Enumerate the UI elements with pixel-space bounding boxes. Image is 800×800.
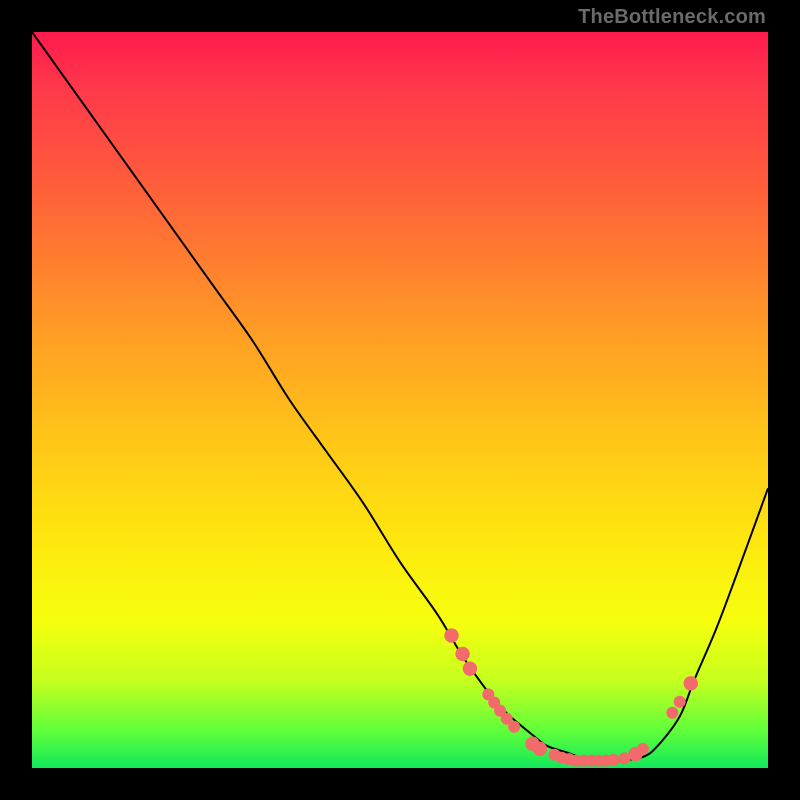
curve-marker [463,661,477,675]
curve-marker [444,628,458,642]
chart-frame: TheBottleneck.com [0,0,800,800]
chart-plot-area [32,32,768,768]
curve-marker [684,676,698,690]
curve-marker [607,754,619,766]
curve-marker [637,743,649,755]
curve-marker [674,696,686,708]
curve-marker [455,647,469,661]
curve-markers [444,628,698,766]
curve-marker [533,742,547,756]
curve-marker [666,707,678,719]
attribution-text: TheBottleneck.com [578,6,766,29]
bottleneck-curve-line [32,32,768,761]
chart-svg [32,32,768,768]
curve-marker [508,721,520,733]
